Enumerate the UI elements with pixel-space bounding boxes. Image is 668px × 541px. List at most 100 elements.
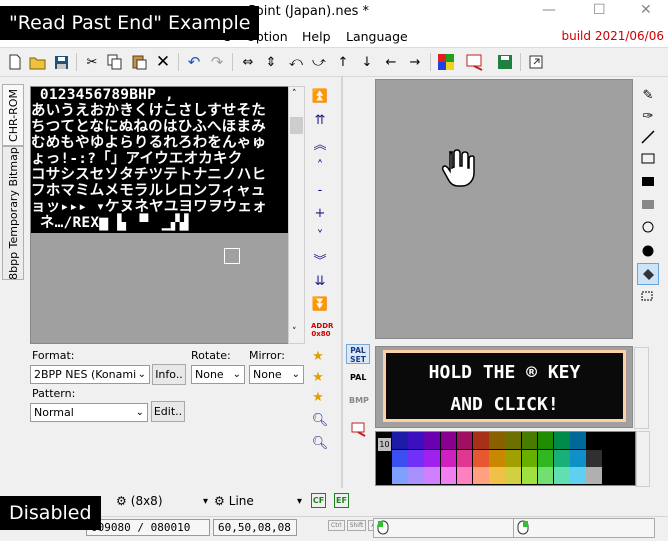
- dither-rectangle-icon[interactable]: [638, 195, 658, 215]
- external-link-icon[interactable]: [526, 52, 546, 72]
- row-down-icon[interactable]: ˅: [310, 226, 330, 246]
- palette-edit-icon[interactable]: [465, 52, 485, 72]
- palette-swatch[interactable]: [602, 467, 619, 484]
- palette-swatch[interactable]: [505, 449, 522, 467]
- palette-swatch[interactable]: [408, 449, 424, 467]
- close-button[interactable]: ✕: [640, 2, 652, 18]
- palette-swatch[interactable]: [440, 432, 457, 449]
- row-up-icon[interactable]: ˄: [310, 156, 330, 176]
- palette-swatch[interactable]: [489, 449, 505, 467]
- palette-grid[interactable]: 10: [375, 431, 636, 486]
- scroll-thumb[interactable]: [290, 117, 303, 134]
- palette-swatch[interactable]: [602, 432, 619, 449]
- palette-swatch[interactable]: [554, 449, 570, 467]
- tile-view[interactable]: 0123456789BHP , あいうえおかきくけこさしすせそた ちつてとなにぬねの…: [30, 86, 289, 344]
- palette-swatch[interactable]: [424, 432, 441, 449]
- palette-swatch[interactable]: [392, 449, 408, 467]
- info-button[interactable]: Info..: [152, 364, 186, 385]
- shift-left-icon[interactable]: ←: [381, 52, 401, 72]
- rotate-select[interactable]: None ⌄: [191, 365, 245, 384]
- format-select[interactable]: 2BPP NES (Konami ⌄: [30, 365, 150, 384]
- palette-swatch[interactable]: [456, 449, 473, 467]
- save-palette-icon[interactable]: [495, 52, 515, 72]
- bitmap-button[interactable]: BMP: [349, 396, 369, 405]
- zoom-out-icon[interactable]: 🔍︎: [310, 433, 330, 453]
- tab-temp-bitmap[interactable]: 8bpp Temporary Bitmap: [2, 146, 24, 280]
- palette-swatch[interactable]: [392, 432, 408, 449]
- edit-pattern-button[interactable]: Edit..: [151, 401, 185, 422]
- shift-up-icon[interactable]: ↑: [333, 52, 353, 72]
- pattern-select[interactable]: Normal ⌄: [30, 403, 148, 422]
- palette-swatch[interactable]: [408, 467, 424, 484]
- menu-language[interactable]: Language: [346, 29, 408, 44]
- palette-set-button[interactable]: PAL SET: [346, 344, 370, 364]
- select-tool-icon[interactable]: [638, 287, 658, 307]
- palette-swatch[interactable]: [521, 432, 538, 449]
- palette-swatch[interactable]: [537, 432, 554, 449]
- scroll-up-icon[interactable]: ˄: [292, 89, 297, 99]
- cut-icon[interactable]: ✂: [82, 52, 102, 72]
- palette-swatch[interactable]: [521, 467, 538, 484]
- page-bottom-icon[interactable]: ⏬: [310, 294, 330, 314]
- tab-chr-rom[interactable]: CHR-ROM: [2, 84, 24, 146]
- scroll-down-icon[interactable]: ˅: [292, 327, 297, 337]
- palette-swatch[interactable]: [586, 449, 603, 467]
- bookmark-next-icon[interactable]: ★: [308, 387, 328, 407]
- flip-vertical-icon[interactable]: ⇕: [261, 52, 281, 72]
- page-top-icon[interactable]: ⏫: [310, 86, 330, 106]
- open-folder-icon[interactable]: [28, 52, 48, 72]
- draw-mode-dropdown[interactable]: ⚙ Line ▾: [214, 490, 302, 512]
- rectangle-tool-icon[interactable]: [638, 149, 658, 169]
- palette-swatch[interactable]: [456, 432, 473, 449]
- rotate-right-icon[interactable]: ⤻: [309, 52, 329, 72]
- palette-swatch[interactable]: [554, 467, 570, 484]
- edit-frame-icon[interactable]: EF: [334, 493, 349, 508]
- palette-swatch[interactable]: [570, 449, 586, 467]
- palette-swatch[interactable]: [570, 432, 586, 449]
- palette-swatch[interactable]: [505, 432, 522, 449]
- undo-icon[interactable]: ↶: [184, 52, 204, 72]
- page-down-icon[interactable]: ︾: [310, 249, 330, 269]
- page-down-fast-icon[interactable]: ⇊: [310, 271, 330, 291]
- palette-swatch[interactable]: [505, 467, 522, 484]
- edit-canvas[interactable]: [375, 79, 633, 339]
- save-icon[interactable]: [51, 52, 71, 72]
- palette-swap-icon[interactable]: [436, 52, 456, 72]
- copy-icon[interactable]: [105, 52, 125, 72]
- palette-button[interactable]: PAL: [350, 373, 366, 382]
- preview-scrollbar[interactable]: [634, 347, 649, 429]
- preview-panel[interactable]: HOLD THE ® KEY AND CLICK!: [375, 346, 633, 428]
- panel-splitter[interactable]: [341, 76, 343, 488]
- palette-swatch[interactable]: [392, 467, 408, 484]
- palette-swatch[interactable]: [473, 467, 489, 484]
- palette-swatch[interactable]: [456, 467, 473, 484]
- menu-help[interactable]: Help: [302, 29, 331, 44]
- shift-right-icon[interactable]: →: [405, 52, 425, 72]
- palette-swatch[interactable]: [489, 467, 505, 484]
- fill-bucket-icon[interactable]: [637, 263, 659, 285]
- zoom-dropdown[interactable]: ⚙ (8x8) ▾: [116, 490, 208, 512]
- shift-down-icon[interactable]: ↓: [357, 52, 377, 72]
- filled-ellipse-icon[interactable]: [638, 241, 658, 261]
- paste-icon[interactable]: [129, 52, 149, 72]
- palette-swatch[interactable]: [424, 449, 441, 467]
- filled-rectangle-icon[interactable]: [638, 172, 658, 192]
- palette-swatch[interactable]: [424, 467, 441, 484]
- palette-swatch[interactable]: [602, 449, 619, 467]
- byte-up-icon[interactable]: -: [310, 180, 330, 200]
- page-up-fast-icon[interactable]: ⇈: [310, 110, 330, 130]
- pencil-icon[interactable]: ✎: [638, 85, 658, 105]
- palette-swatch[interactable]: [570, 467, 586, 484]
- line-tool-icon[interactable]: [638, 127, 658, 147]
- bookmark-star-icon[interactable]: ★: [308, 346, 328, 366]
- palette-swatch[interactable]: [489, 432, 505, 449]
- minimize-button[interactable]: —: [542, 2, 556, 18]
- delete-icon[interactable]: ✕: [153, 52, 173, 72]
- address-jump-button[interactable]: ADDR 0x80: [311, 322, 333, 338]
- palette-swatch[interactable]: [554, 432, 570, 449]
- palette-swatch[interactable]: [537, 449, 554, 467]
- mirror-select[interactable]: None ⌄: [249, 365, 304, 384]
- clear-frame-icon[interactable]: CF: [311, 493, 326, 508]
- palette-swatch[interactable]: [473, 449, 489, 467]
- byte-down-icon[interactable]: +: [310, 203, 330, 223]
